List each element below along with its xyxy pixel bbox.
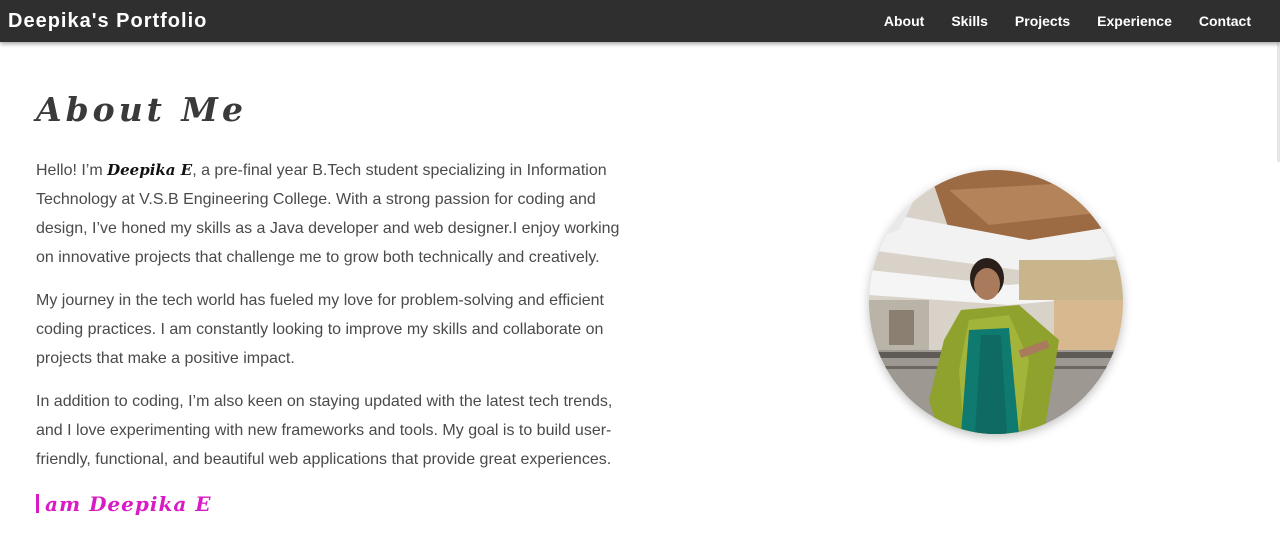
nav-link-contact[interactable]: Contact — [1199, 13, 1251, 29]
about-paragraph-2: My journey in the tech world has fueled … — [36, 292, 604, 367]
profile-photo — [869, 170, 1123, 434]
nav-link-experience[interactable]: Experience — [1097, 13, 1172, 29]
about-text: Hello! I’m Deepika E, a pre-final year B… — [36, 156, 636, 488]
nav-links: About Skills Projects Experience Contact — [884, 13, 1251, 29]
typing-cursor — [36, 494, 39, 513]
site-brand[interactable]: Deepika's Portfolio — [8, 10, 207, 33]
navbar: Deepika's Portfolio About Skills Project… — [0, 0, 1280, 42]
typing-tagline: am Deepika E — [36, 492, 211, 516]
about-title: About Me — [36, 90, 247, 129]
nav-link-projects[interactable]: Projects — [1015, 13, 1070, 29]
profile-photo-image — [869, 170, 1123, 434]
about-paragraph-1: Hello! I’m Deepika E, a pre-final year B… — [36, 156, 636, 272]
tagline-text: am Deepika E — [45, 492, 212, 516]
nav-link-about[interactable]: About — [884, 13, 924, 29]
intro-name: Deepika E — [107, 161, 193, 179]
intro-lead: Hello! I’m — [36, 162, 108, 179]
nav-link-skills[interactable]: Skills — [951, 13, 988, 29]
about-paragraph-3: In addition to coding, I’m also keen on … — [36, 393, 613, 468]
